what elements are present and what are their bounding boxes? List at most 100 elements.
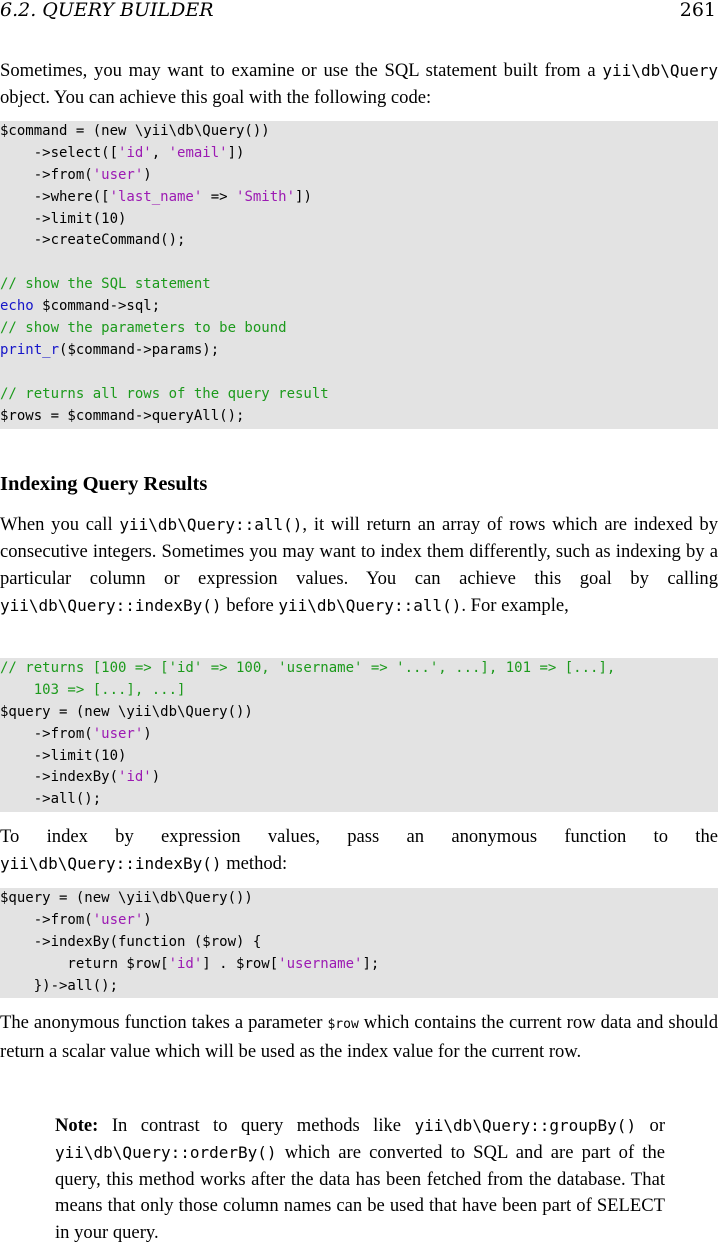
code-text: ) <box>143 725 152 742</box>
code-text: $command = (new \yii\db\Query()) <box>0 123 270 139</box>
code-line: $query = (new \yii\db\Query()) <box>0 702 718 724</box>
code-text: ->createCommand(); <box>0 232 186 249</box>
text: object. You can achieve this goal with t… <box>0 87 432 108</box>
code-comment: // returns all rows of the query result <box>0 385 329 402</box>
code-line: ->from('user') <box>0 165 718 187</box>
code-text: ->limit(10) <box>0 747 127 764</box>
code-string: 'Smith' <box>236 188 296 205</box>
code-keyword: print_r <box>0 341 60 358</box>
code-comment: 103 => [...], ...] <box>0 681 186 698</box>
code-text: ) <box>151 769 161 786</box>
inline-code: yii\db\Query::groupBy() <box>414 1116 637 1135</box>
code-line: ->from('user') <box>0 910 718 932</box>
code-comment: // returns [100 => ['id' => 100, 'userna… <box>0 660 616 676</box>
code-line: ->limit(10) <box>0 209 718 231</box>
code-text: ->limit(10) <box>0 210 127 227</box>
code-text: ]) <box>295 188 312 205</box>
code-line: 103 => [...], ...] <box>0 680 718 702</box>
code-text: ->indexBy( <box>0 769 119 786</box>
code-line: ->indexBy(function ($row) { <box>0 932 718 954</box>
document-page: 6.2. QUERY BUILDER 261 Sometimes, you ma… <box>0 0 718 1247</box>
code-comment: // show the parameters to be bound <box>0 320 287 337</box>
code-string: 'last_name' <box>109 188 203 205</box>
code-line: ->limit(10) <box>0 746 718 768</box>
code-line: echo $command->sql; <box>0 296 718 318</box>
code-line: // returns all rows of the query result <box>0 384 718 406</box>
code-line: ->select(['id', 'email']) <box>0 143 718 165</box>
inline-code: yii\db\Query::orderBy() <box>55 1142 277 1162</box>
code-keyword: echo <box>0 298 34 315</box>
code-text: $query = (new \yii\db\Query()) <box>0 703 253 720</box>
code-text: ] . $row[ <box>202 955 279 972</box>
code-text: => <box>202 188 237 205</box>
code-text: $command->sql; <box>33 298 161 315</box>
text: Sometimes, you may want to examine or us… <box>0 60 603 81</box>
text: . For example, <box>461 595 569 616</box>
text: or <box>636 1115 666 1136</box>
paragraph-indexing: When you call yii\db\Query::all(), it wi… <box>0 511 718 619</box>
inline-code: yii\db\Query::all() <box>119 515 303 534</box>
code-text: , <box>151 144 169 161</box>
text: method: <box>221 853 288 874</box>
code-string: 'email' <box>168 144 228 161</box>
code-line: })->all(); <box>0 976 718 998</box>
code-string: 'id' <box>118 144 152 161</box>
code-text: ->indexBy(function ($row) { <box>0 933 262 950</box>
code-line: $rows = $command->queryAll(); <box>0 406 718 428</box>
page-number: 261 <box>679 0 716 21</box>
code-comment: // show the SQL statement <box>0 276 211 293</box>
code-text: ) <box>143 911 152 928</box>
code-string: 'id' <box>168 955 203 972</box>
code-text: ]; <box>362 955 380 972</box>
code-block-indexby: // returns [100 => ['id' => 100, 'userna… <box>0 658 718 812</box>
text: To index by expression values, pass an a… <box>0 826 718 847</box>
code-text: ($command->params); <box>59 341 220 358</box>
code-text: ->select([ <box>0 144 119 161</box>
code-line: ->all(); <box>0 789 718 811</box>
code-line: $command = (new \yii\db\Query()) <box>0 121 718 143</box>
code-block-command: $command = (new \yii\db\Query()) ->selec… <box>0 121 718 429</box>
inline-code: $row <box>327 1017 359 1032</box>
code-string: 'user' <box>92 725 144 742</box>
text: In contrast to query methods like <box>98 1115 415 1136</box>
code-text: ->where([ <box>0 188 110 205</box>
code-text: ->from( <box>0 725 93 742</box>
code-text: ->from( <box>0 166 93 183</box>
code-line: ->from('user') <box>0 724 718 746</box>
text: The anonymous function takes a parameter <box>0 1012 328 1033</box>
code-line: ->where(['last_name' => 'Smith']) <box>0 187 718 209</box>
code-line: $query = (new \yii\db\Query()) <box>0 888 718 910</box>
text: before <box>221 595 279 616</box>
code-line: ->createCommand(); <box>0 230 718 252</box>
code-text: $query = (new \yii\db\Query()) <box>0 890 253 906</box>
inline-code: yii\db\Query <box>602 61 718 80</box>
code-text: $rows = $command->queryAll(); <box>0 407 245 424</box>
code-block-anonymous-function: $query = (new \yii\db\Query()) ->from('u… <box>0 888 718 998</box>
running-header-section: 6.2. QUERY BUILDER <box>0 0 214 21</box>
code-text: return $row[ <box>0 955 169 972</box>
note-label: Note: <box>55 1115 99 1136</box>
code-line: // show the SQL statement <box>0 274 718 296</box>
code-line: // show the parameters to be bound <box>0 318 718 340</box>
paragraph-anonymous: The anonymous function takes a parameter… <box>0 1009 718 1065</box>
paragraph-intro: Sometimes, you may want to examine or us… <box>0 57 718 111</box>
code-text: ->all(); <box>0 791 102 808</box>
inline-code: yii\db\Query::indexBy() <box>0 854 222 873</box>
code-text: ->from( <box>0 911 93 928</box>
code-line: return $row['id'] . $row['username']; <box>0 954 718 976</box>
inline-code: yii\db\Query::all() <box>278 596 462 615</box>
code-text: })->all(); <box>0 977 119 994</box>
code-string: 'user' <box>92 166 144 183</box>
inline-code: yii\db\Query::indexBy() <box>0 596 222 615</box>
code-line: // returns [100 => ['id' => 100, 'userna… <box>0 658 718 680</box>
code-text: ]) <box>227 144 245 161</box>
text: When you call <box>0 514 120 535</box>
code-string: 'user' <box>92 911 144 928</box>
code-line: ->indexBy('id') <box>0 767 718 789</box>
code-line: print_r($command->params); <box>0 340 718 362</box>
note-box: Note: In contrast to query methods like … <box>55 1113 665 1247</box>
code-string: 'id' <box>118 769 152 786</box>
code-string: 'username' <box>278 955 363 972</box>
